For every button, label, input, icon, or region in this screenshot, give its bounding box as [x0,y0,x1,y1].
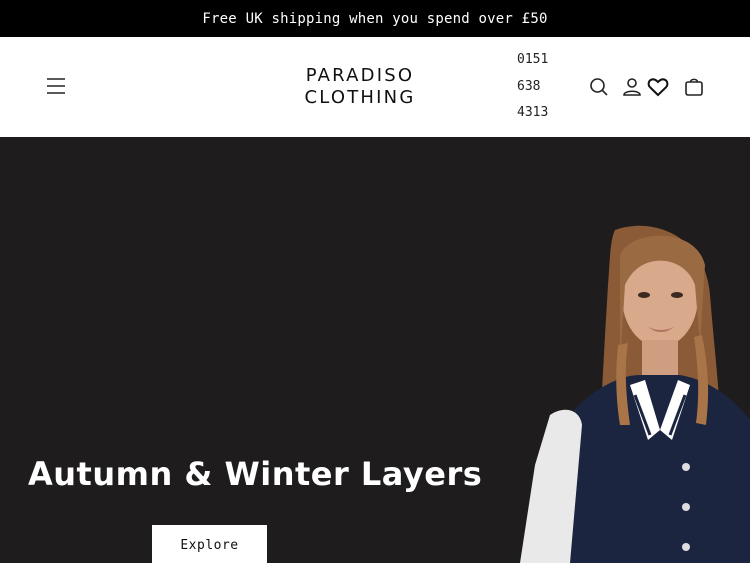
phone-number[interactable]: 0151 638 4313 [517,47,557,127]
hero-banner: Autumn & Winter Layers Explore [0,137,750,563]
hero-model-image [520,225,750,563]
announcement-text: Free UK shipping when you spend over £50 [202,10,548,27]
explore-button[interactable]: Explore [152,525,267,563]
phone-part-1: 0151 [517,52,549,67]
logo-line-2: CLOTHING [304,87,416,108]
heart-icon [647,78,669,97]
account-button[interactable] [620,75,644,99]
phone-part-3: 4313 [517,105,549,120]
cart-button[interactable] [682,75,706,99]
menu-button[interactable] [44,75,68,97]
wishlist-button[interactable] [646,75,670,99]
site-logo[interactable]: PARADISO CLOTHING [290,65,430,109]
hamburger-menu-icon [47,78,65,94]
user-icon [623,78,641,96]
phone-part-2: 638 [517,78,541,94]
hero-title: Autumn & Winter Layers [28,455,483,493]
logo-line-1: PARADISO [305,65,415,86]
site-header: PARADISO CLOTHING 0151 638 4313 [0,37,750,137]
search-icon [590,78,608,96]
shopping-bag-icon [685,78,703,96]
search-button[interactable] [587,75,611,99]
announcement-bar: Free UK shipping when you spend over £50 [0,0,750,37]
